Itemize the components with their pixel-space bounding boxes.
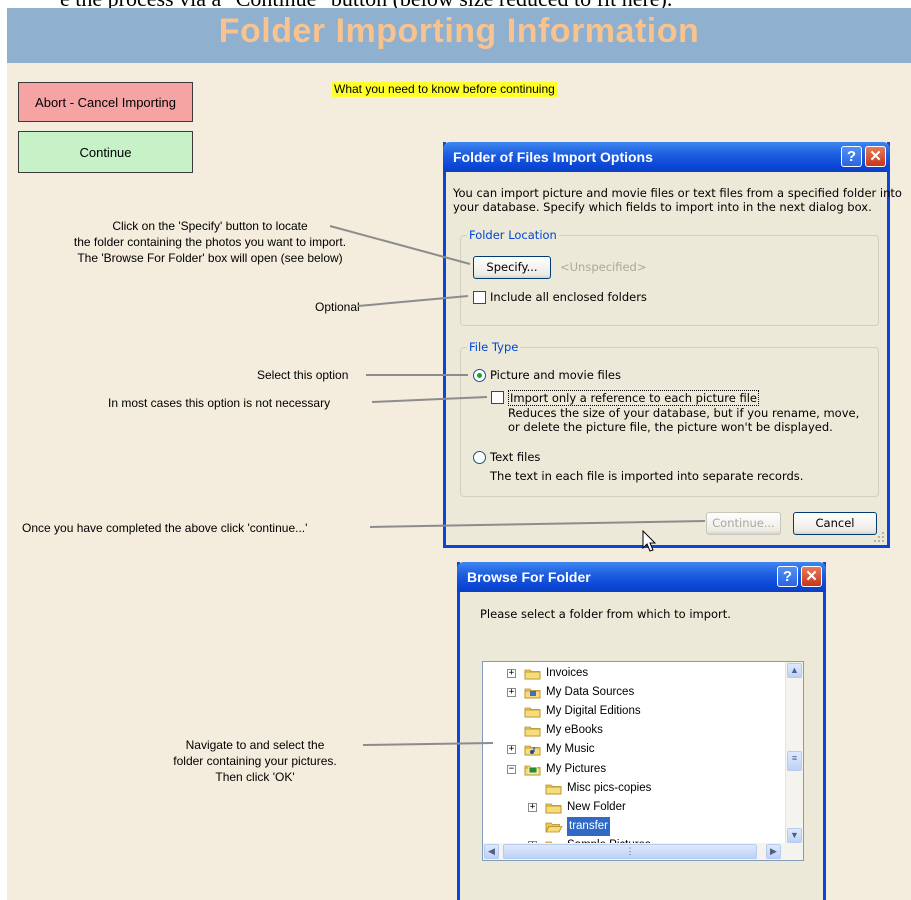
scroll-up-icon[interactable]: ▲: [787, 663, 802, 678]
dialog-title: Folder of Files Import Options: [453, 149, 653, 165]
tree-item-label[interactable]: transfer: [567, 816, 610, 836]
horizontal-scrollbar[interactable]: ◀ ⋮ ▶: [483, 843, 803, 860]
specify-annotation: Click on the 'Specify' button to locate …: [45, 218, 375, 266]
close-button[interactable]: ✕: [801, 566, 822, 587]
tree-item-label[interactable]: My eBooks: [546, 721, 603, 740]
dialog-title: Browse For Folder: [467, 569, 591, 585]
help-button[interactable]: ?: [841, 146, 862, 167]
scroll-hthumb[interactable]: ⋮: [503, 844, 757, 859]
folder-path-value: <Unspecified>: [560, 260, 647, 274]
page-title: Folder Importing Information: [218, 12, 700, 50]
text-files-note: The text in each file is imported into s…: [490, 469, 804, 483]
include-enclosed-label[interactable]: Include all enclosed folders: [490, 290, 647, 304]
import-reference-label[interactable]: Import only a reference to each picture …: [508, 390, 759, 406]
page-header: Folder Importing Information: [7, 8, 911, 63]
dialog-continue-button[interactable]: Continue...: [706, 512, 781, 535]
tree-item-label[interactable]: New Folder: [567, 798, 626, 817]
tree-item-label[interactable]: My Digital Editions: [546, 702, 641, 721]
note-line: Reduces the size of your database, but i…: [508, 406, 860, 420]
dialog-titlebar: Browse For Folder ? ✕: [457, 562, 826, 592]
continue-button[interactable]: Continue: [18, 131, 193, 173]
text-files-label[interactable]: Text files: [490, 450, 540, 464]
navigate-annotation: Navigate to and select the folder contai…: [150, 737, 360, 785]
description-line: You can import picture and movie files o…: [453, 186, 902, 200]
annotation-line: Then click 'OK': [215, 770, 295, 784]
vertical-scrollbar[interactable]: ▲ ≡ ▼: [785, 662, 803, 844]
annotation-line: the folder containing the photos you wan…: [73, 235, 347, 249]
folder-tree[interactable]: + Invoices + My Data Sources My Digital Edit…: [482, 661, 804, 861]
close-button[interactable]: ✕: [865, 146, 886, 167]
collapse-icon[interactable]: −: [507, 764, 516, 774]
dialog-titlebar: Folder of Files Import Options ? ✕: [443, 142, 890, 172]
scroll-left-icon[interactable]: ◀: [484, 844, 499, 859]
top-banner-fragment: e the process via a "Continue" button (b…: [0, 0, 911, 8]
expand-icon[interactable]: +: [507, 688, 516, 698]
annotation-line: folder containing your pictures.: [173, 754, 337, 768]
expand-icon[interactable]: +: [528, 802, 537, 812]
file-type-group: File Type Picture and movie files Import…: [460, 340, 879, 497]
reference-note: Reduces the size of your database, but i…: [508, 406, 859, 434]
expand-icon[interactable]: +: [507, 669, 516, 678]
include-enclosed-checkbox[interactable]: [473, 291, 486, 304]
dialog-description: You can import picture and movie files o…: [453, 186, 902, 214]
scroll-thumb[interactable]: ≡: [787, 751, 802, 771]
expand-icon[interactable]: +: [507, 745, 516, 755]
help-button[interactable]: ?: [777, 566, 798, 587]
folder-location-group: Folder Location Specify... <Unspecified>…: [460, 228, 879, 326]
description-line: your database. Specify which fields to i…: [453, 200, 872, 214]
browse-prompt: Please select a folder from which to imp…: [480, 607, 731, 621]
tree-item-label[interactable]: My Pictures: [546, 760, 606, 779]
annotation-line: The 'Browse For Folder' box will open (s…: [77, 251, 343, 265]
picture-movie-radio[interactable]: [473, 369, 486, 382]
tree-item-label[interactable]: Invoices: [546, 664, 588, 683]
tree-item-label[interactable]: My Music: [546, 740, 595, 759]
tree-item-label[interactable]: Misc pics-copies: [567, 779, 651, 798]
annotation-line: Click on the 'Specify' button to locate: [112, 219, 308, 233]
import-reference-checkbox[interactable]: [491, 391, 504, 404]
select-option-annotation: Select this option: [257, 368, 349, 382]
tree-item-label[interactable]: My Data Sources: [546, 683, 634, 702]
specify-button[interactable]: Specify...: [473, 256, 551, 279]
abort-button[interactable]: Abort - Cancel Importing: [18, 82, 193, 122]
folder-location-label: Folder Location: [467, 228, 559, 242]
complete-annotation: Once you have completed the above click …: [22, 521, 308, 535]
mouse-pointer-icon: [642, 530, 657, 552]
dialog-cancel-button[interactable]: Cancel: [793, 512, 877, 535]
not-necessary-annotation: In most cases this option is not necessa…: [108, 396, 331, 410]
text-files-radio[interactable]: [473, 451, 486, 464]
picture-movie-label[interactable]: Picture and movie files: [490, 368, 621, 382]
import-options-dialog: Folder of Files Import Options ? ✕ You c…: [443, 142, 902, 548]
file-type-label: File Type: [467, 340, 521, 354]
note-line: or delete the picture file, the picture …: [508, 420, 833, 434]
optional-annotation: Optional: [315, 300, 360, 314]
scroll-right-icon[interactable]: ▶: [766, 844, 781, 859]
highlight-note: What you need to know before continuing: [332, 82, 557, 97]
annotation-line: Navigate to and select the: [185, 738, 325, 752]
resize-grip-icon[interactable]: [873, 531, 885, 543]
scroll-down-icon[interactable]: ▼: [787, 828, 802, 843]
